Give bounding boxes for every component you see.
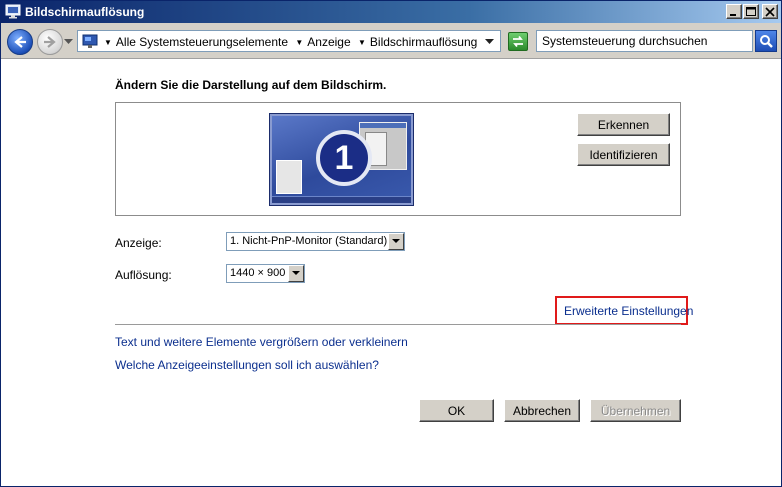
close-button[interactable] <box>762 4 778 19</box>
close-icon <box>765 7 775 17</box>
title-bar: Bildschirmauflösung <box>1 1 781 23</box>
refresh-button[interactable] <box>508 32 528 51</box>
minimize-button[interactable] <box>726 4 742 19</box>
history-dropdown-icon[interactable] <box>64 39 73 45</box>
breadcrumb-separator-icon: ▼ <box>358 38 366 47</box>
monitor-number-badge: 1 <box>316 130 372 186</box>
maximize-button[interactable] <box>743 4 759 19</box>
maximize-icon <box>746 7 756 16</box>
address-field[interactable]: ▼ Alle Systemsteuerungselemente ▼ Anzeige … <box>77 30 501 52</box>
display-select-arrow[interactable] <box>388 233 404 250</box>
mini-taskbar-graphic <box>272 196 411 203</box>
search-button[interactable] <box>755 30 777 52</box>
divider <box>115 324 681 325</box>
which-settings-link[interactable]: Welche Anzeigeeinstellungen soll ich aus… <box>115 358 379 372</box>
ok-button[interactable]: OK <box>419 399 494 422</box>
mini-window-graphic <box>276 160 302 194</box>
window-title: Bildschirmauflösung <box>25 5 145 19</box>
search-icon <box>760 35 773 48</box>
address-dropdown-icon[interactable] <box>485 39 494 45</box>
back-button[interactable] <box>7 29 33 55</box>
monitor-preview-panel: 1 Erkennen Identifizieren <box>115 102 681 216</box>
breadcrumb-item-all-control-panel[interactable]: Alle Systemsteuerungselemente <box>116 35 288 49</box>
display-select[interactable]: 1. Nicht-PnP-Monitor (Standard) <box>226 232 405 251</box>
resolution-select-arrow[interactable] <box>288 265 304 282</box>
breadcrumb-item-resolution[interactable]: Bildschirmauflösung <box>370 35 477 49</box>
breadcrumb-item-display[interactable]: Anzeige <box>307 35 350 49</box>
resolution-select-value: 1440 × 900 <box>230 267 286 279</box>
main-content: Ändern Sie die Darstellung auf dem Bilds… <box>1 60 781 486</box>
advanced-settings-link[interactable]: Erweiterte Einstellungen <box>564 304 693 318</box>
breadcrumb-separator-icon: ▼ <box>104 38 112 47</box>
dialog-window: Bildschirmauflösung ▼ Alle Systemsteuerun… <box>0 0 782 487</box>
display-settings-icon <box>5 4 21 19</box>
monitor-1-thumbnail[interactable]: 1 <box>270 114 413 205</box>
page-title: Ändern Sie die Darstellung auf dem Bilds… <box>115 78 387 92</box>
breadcrumb-separator-icon: ▼ <box>295 38 304 47</box>
search-input[interactable]: Systemsteuerung durchsuchen <box>536 30 753 52</box>
address-toolbar: ▼ Alle Systemsteuerungselemente ▼ Anzeige … <box>1 23 781 59</box>
text-size-link[interactable]: Text und weitere Elemente vergrößern ode… <box>115 335 408 349</box>
display-label: Anzeige: <box>115 236 162 250</box>
apply-button[interactable]: Übernehmen <box>590 399 681 422</box>
chevron-down-icon <box>292 271 300 275</box>
cancel-button[interactable]: Abbrechen <box>504 399 580 422</box>
control-panel-icon <box>82 34 98 52</box>
arrow-right-icon <box>44 36 56 48</box>
forward-button[interactable] <box>37 29 63 55</box>
resolution-label: Auflösung: <box>115 268 172 282</box>
resolution-select[interactable]: 1440 × 900 <box>226 264 305 283</box>
arrow-left-icon <box>14 36 26 48</box>
detect-button[interactable]: Erkennen <box>577 113 670 136</box>
identify-button[interactable]: Identifizieren <box>577 143 670 166</box>
minimize-icon <box>730 14 736 16</box>
breadcrumb: ▼ Alle Systemsteuerungselemente ▼ Anzeige … <box>104 35 481 49</box>
display-select-value: 1. Nicht-PnP-Monitor (Standard) <box>230 235 388 247</box>
chevron-down-icon <box>392 239 400 243</box>
refresh-icon <box>513 35 523 48</box>
